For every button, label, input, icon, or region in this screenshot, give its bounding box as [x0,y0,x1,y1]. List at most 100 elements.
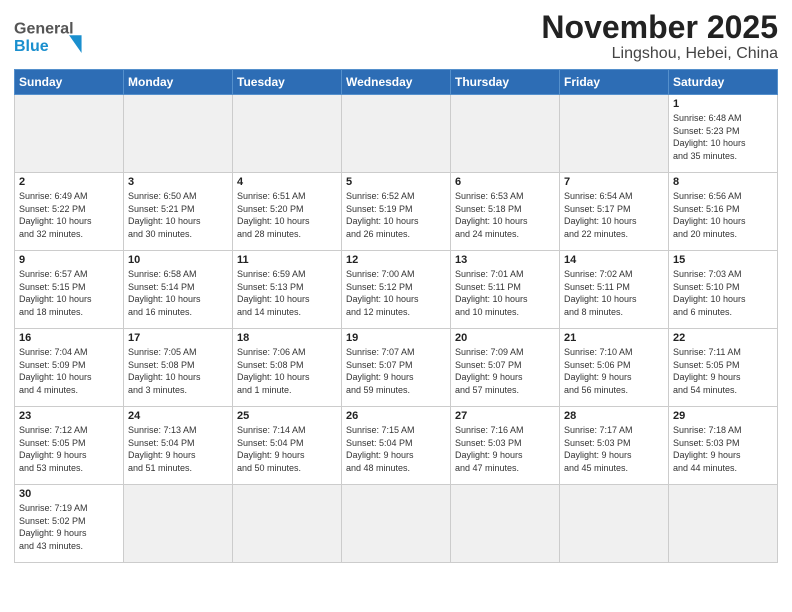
day-number: 23 [19,410,119,422]
calendar-table: SundayMondayTuesdayWednesdayThursdayFrid… [14,69,778,563]
calendar-cell [560,95,669,173]
calendar-cell: 10 Sunrise: 6:58 AMSunset: 5:14 PMDayligh… [124,251,233,329]
day-info: Sunrise: 6:52 AMSunset: 5:19 PMDaylight:… [346,190,446,240]
calendar-cell: 17 Sunrise: 7:05 AMSunset: 5:08 PMDayligh… [124,329,233,407]
day-number: 15 [673,254,773,266]
calendar-cell [342,485,451,563]
day-info: Sunrise: 6:48 AMSunset: 5:23 PMDaylight:… [673,112,773,162]
weekday-header-thursday: Thursday [451,70,560,95]
calendar-cell [15,95,124,173]
weekday-header-saturday: Saturday [669,70,778,95]
weekday-header-sunday: Sunday [15,70,124,95]
day-number: 24 [128,410,228,422]
week-row-5: 30Sunrise: 7:19 AMSunset: 5:02 PMDayligh… [15,485,778,563]
calendar-title: November 2025 [541,10,778,45]
calendar-cell [342,95,451,173]
title-block: November 2025 Lingshou, Hebei, China [541,10,778,63]
calendar-cell: 15 Sunrise: 7:03 AMSunset: 5:10 PMDayligh… [669,251,778,329]
day-number: 19 [346,332,446,344]
calendar-cell: 6 Sunrise: 6:53 AMSunset: 5:18 PMDaylight… [451,173,560,251]
header: General Blue November 2025 Lingshou, Heb… [14,10,778,63]
day-number: 29 [673,410,773,422]
weekday-header-monday: Monday [124,70,233,95]
calendar-cell: 9Sunrise: 6:57 AMSunset: 5:15 PMDaylight… [15,251,124,329]
calendar-cell: 12 Sunrise: 7:00 AMSunset: 5:12 PMDayligh… [342,251,451,329]
calendar-cell: 29 Sunrise: 7:18 AMSunset: 5:03 PMDayligh… [669,407,778,485]
svg-text:General: General [14,20,74,37]
day-info: Sunrise: 7:14 AMSunset: 5:04 PMDaylight:… [237,424,337,474]
day-number: 2 [19,176,119,188]
day-number: 16 [19,332,119,344]
day-number: 6 [455,176,555,188]
calendar-cell: 7 Sunrise: 6:54 AMSunset: 5:17 PMDaylight… [560,173,669,251]
calendar-cell: 11 Sunrise: 6:59 AMSunset: 5:13 PMDayligh… [233,251,342,329]
logo-svg: General Blue [14,15,94,59]
calendar-cell: 24 Sunrise: 7:13 AMSunset: 5:04 PMDayligh… [124,407,233,485]
week-row-4: 23Sunrise: 7:12 AMSunset: 5:05 PMDayligh… [15,407,778,485]
day-info: Sunrise: 7:00 AMSunset: 5:12 PMDaylight:… [346,268,446,318]
day-info: Sunrise: 7:07 AMSunset: 5:07 PMDaylight:… [346,346,446,396]
calendar-cell [233,485,342,563]
weekday-header-tuesday: Tuesday [233,70,342,95]
day-number: 8 [673,176,773,188]
day-number: 3 [128,176,228,188]
day-number: 30 [19,488,119,500]
calendar-cell: 18Sunrise: 7:06 AMSunset: 5:08 PMDayligh… [233,329,342,407]
calendar-cell: 21Sunrise: 7:10 AMSunset: 5:06 PMDayligh… [560,329,669,407]
calendar-cell: 30Sunrise: 7:19 AMSunset: 5:02 PMDayligh… [15,485,124,563]
calendar-cell [669,485,778,563]
day-info: Sunrise: 7:03 AMSunset: 5:10 PMDaylight:… [673,268,773,318]
day-number: 22 [673,332,773,344]
day-number: 25 [237,410,337,422]
calendar-cell [124,485,233,563]
week-row-0: 1 Sunrise: 6:48 AMSunset: 5:23 PMDaylight… [15,95,778,173]
day-info: Sunrise: 6:58 AMSunset: 5:14 PMDaylight:… [128,268,228,318]
weekday-header-friday: Friday [560,70,669,95]
week-row-2: 9Sunrise: 6:57 AMSunset: 5:15 PMDaylight… [15,251,778,329]
svg-text:Blue: Blue [14,38,49,55]
day-number: 21 [564,332,664,344]
day-info: Sunrise: 7:18 AMSunset: 5:03 PMDaylight:… [673,424,773,474]
day-number: 12 [346,254,446,266]
calendar-cell [124,95,233,173]
day-info: Sunrise: 7:16 AMSunset: 5:03 PMDaylight:… [455,424,555,474]
calendar-cell: 8Sunrise: 6:56 AMSunset: 5:16 PMDaylight… [669,173,778,251]
calendar-cell [233,95,342,173]
calendar-cell: 26 Sunrise: 7:15 AMSunset: 5:04 PMDayligh… [342,407,451,485]
calendar-cell: 16Sunrise: 7:04 AMSunset: 5:09 PMDayligh… [15,329,124,407]
calendar-cell: 28 Sunrise: 7:17 AMSunset: 5:03 PMDayligh… [560,407,669,485]
page: General Blue November 2025 Lingshou, Heb… [0,0,792,612]
day-number: 17 [128,332,228,344]
calendar-subtitle: Lingshou, Hebei, China [541,45,778,63]
week-row-3: 16Sunrise: 7:04 AMSunset: 5:09 PMDayligh… [15,329,778,407]
day-number: 28 [564,410,664,422]
calendar-cell [451,485,560,563]
day-number: 1 [673,98,773,110]
calendar-cell: 27Sunrise: 7:16 AMSunset: 5:03 PMDayligh… [451,407,560,485]
calendar-cell: 23Sunrise: 7:12 AMSunset: 5:05 PMDayligh… [15,407,124,485]
calendar-cell: 1 Sunrise: 6:48 AMSunset: 5:23 PMDaylight… [669,95,778,173]
day-info: Sunrise: 7:02 AMSunset: 5:11 PMDaylight:… [564,268,664,318]
calendar-cell: 3Sunrise: 6:50 AMSunset: 5:21 PMDaylight… [124,173,233,251]
day-number: 10 [128,254,228,266]
day-info: Sunrise: 7:11 AMSunset: 5:05 PMDaylight:… [673,346,773,396]
calendar-cell: 4 Sunrise: 6:51 AMSunset: 5:20 PMDaylight… [233,173,342,251]
day-number: 7 [564,176,664,188]
day-number: 5 [346,176,446,188]
day-info: Sunrise: 6:51 AMSunset: 5:20 PMDaylight:… [237,190,337,240]
day-info: Sunrise: 7:09 AMSunset: 5:07 PMDaylight:… [455,346,555,396]
day-info: Sunrise: 6:59 AMSunset: 5:13 PMDaylight:… [237,268,337,318]
day-info: Sunrise: 6:53 AMSunset: 5:18 PMDaylight:… [455,190,555,240]
day-number: 26 [346,410,446,422]
day-info: Sunrise: 7:13 AMSunset: 5:04 PMDaylight:… [128,424,228,474]
day-info: Sunrise: 7:05 AMSunset: 5:08 PMDaylight:… [128,346,228,396]
day-info: Sunrise: 7:15 AMSunset: 5:04 PMDaylight:… [346,424,446,474]
calendar-cell: 2Sunrise: 6:49 AMSunset: 5:22 PMDaylight… [15,173,124,251]
day-number: 11 [237,254,337,266]
calendar-cell: 19 Sunrise: 7:07 AMSunset: 5:07 PMDayligh… [342,329,451,407]
weekday-header-wednesday: Wednesday [342,70,451,95]
day-info: Sunrise: 7:17 AMSunset: 5:03 PMDaylight:… [564,424,664,474]
day-info: Sunrise: 6:54 AMSunset: 5:17 PMDaylight:… [564,190,664,240]
day-number: 4 [237,176,337,188]
calendar-cell [560,485,669,563]
